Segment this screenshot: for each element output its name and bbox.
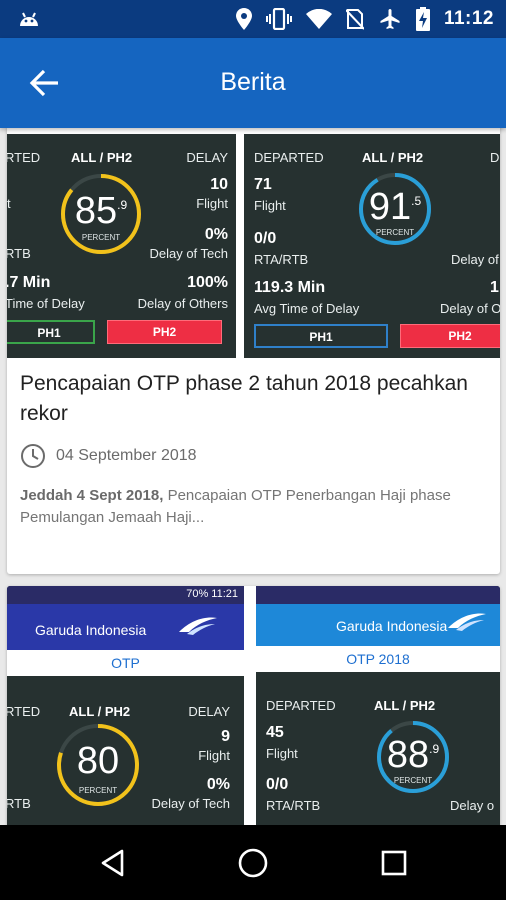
panel-title: ALL / PH2: [71, 150, 133, 165]
article-image-right: DEPARTED ALL / PH2 D 71 Flight 91.5 PERC…: [244, 134, 500, 358]
excerpt-dateline: Jeddah 4 Sept 2018,: [20, 487, 164, 504]
tech-value: 0%: [206, 776, 230, 793]
avg-label: Time of Delay: [7, 296, 85, 311]
gauge-unit: PERCENT: [393, 776, 433, 785]
garuda-logo-icon: [179, 617, 217, 635]
tech-label: Delay of Tech: [151, 796, 230, 811]
garuda-logo-icon: [448, 613, 486, 631]
delay-label: DELAY: [186, 150, 228, 165]
gauge-value: 80: [76, 740, 120, 782]
back-triangle-icon[interactable]: [98, 847, 130, 879]
tech-label: Delay o: [450, 798, 495, 813]
avg-value: 119.3 Min: [254, 279, 326, 296]
flight-label: Flight: [196, 196, 228, 211]
others-label: Delay of O: [440, 301, 500, 316]
otp-gauge: 85.9 PERCENT: [57, 170, 145, 258]
ph1-button: PH1: [7, 320, 95, 344]
gauge-value: 88: [386, 734, 430, 776]
rta-value: 0/0: [266, 776, 289, 793]
news-date: 04 September 2018: [56, 447, 197, 464]
status-clock: 11:12: [443, 8, 494, 29]
gauge-unit: PERCENT: [78, 786, 118, 795]
rta-value: 0/0: [254, 230, 277, 247]
otp-gauge: 91.5 PERCENT: [356, 170, 434, 248]
android-icon: [20, 12, 38, 26]
flight-count: 10: [210, 176, 228, 193]
article-image-right: Garuda Indonesia OTP 2018 DEPARTED ALL /…: [256, 586, 500, 825]
delay-label: DELAY: [188, 704, 230, 719]
departed-label: DEPARTED: [254, 150, 324, 165]
gauge-unit: PERCENT: [375, 228, 415, 237]
news-list[interactable]: RTED ALL / PH2 DELAY 10 Flight t 85.9 PE…: [0, 128, 506, 825]
flight-label: Flight: [254, 198, 286, 213]
others-value: 100%: [187, 274, 228, 291]
flight-count: 9: [221, 728, 230, 745]
app-bar: Berita: [0, 38, 506, 128]
recents-square-icon[interactable]: [378, 847, 410, 879]
rta-label: RTB: [7, 796, 31, 811]
mini-status-text: 70% 11:21: [186, 588, 238, 600]
others-value: 1: [490, 279, 499, 296]
others-label: Delay of Others: [137, 296, 228, 311]
page-title: Berita: [220, 68, 286, 96]
ph1-button: PH1: [254, 324, 388, 348]
rta-label: RTA/RTB: [254, 252, 309, 267]
mini-status-bar: 70% 11:21: [7, 586, 244, 604]
rta-label: RTB: [7, 246, 31, 261]
departed-label: DEPARTED: [266, 698, 336, 713]
garuda-header: Garuda Indonesia: [7, 604, 244, 650]
gauge-value: 91: [368, 186, 412, 228]
navigation-bar: [0, 825, 506, 900]
gauge-decimal: .9: [429, 742, 440, 756]
news-card[interactable]: RTED ALL / PH2 DELAY 10 Flight t 85.9 PE…: [7, 128, 500, 574]
home-circle-icon[interactable]: [237, 847, 269, 879]
tech-label: Delay of: [451, 252, 499, 267]
flight-label: Flight: [198, 748, 230, 763]
avg-value: .7 Min: [7, 274, 51, 291]
ph2-button: PH2: [107, 320, 222, 344]
flight-count: 71: [254, 176, 272, 193]
ph2-button: PH2: [400, 324, 500, 348]
tech-label: Delay of Tech: [149, 246, 228, 261]
article-image-left: RTED ALL / PH2 DELAY 10 Flight t 85.9 PE…: [7, 134, 236, 358]
panel-title: ALL / PH2: [362, 150, 424, 165]
gauge-decimal: .5: [411, 194, 422, 208]
news-excerpt: Jeddah 4 Sept 2018, Pencapaian OTP Pener…: [20, 485, 490, 529]
news-date-row: 04 September 2018: [20, 442, 197, 470]
gauge-unit: PERCENT: [81, 233, 121, 242]
delay-label: D: [490, 150, 500, 165]
gauge-decimal: .9: [117, 198, 128, 212]
location-icon: [235, 8, 252, 30]
left-small: t: [7, 196, 11, 211]
battery-charging-icon: [415, 7, 430, 31]
wifi-icon: [305, 9, 332, 29]
departed-label: RTED: [7, 704, 41, 719]
garuda-header: Garuda Indonesia: [256, 604, 500, 646]
vibrate-icon: [265, 8, 292, 30]
departed-label: RTED: [7, 150, 41, 165]
mini-status-bar: [256, 586, 500, 604]
article-image-left: 70% 11:21 Garuda Indonesia OTP RTED ALL …: [7, 586, 244, 825]
no-sim-icon: [345, 9, 364, 30]
gauge-value: 85: [74, 190, 118, 232]
brand-name: Garuda Indonesia: [35, 622, 147, 638]
status-bar: 11:12: [0, 0, 506, 38]
rta-label: RTA/RTB: [266, 798, 321, 813]
tech-value: 0%: [204, 226, 228, 243]
avg-label: Avg Time of Delay: [254, 301, 360, 316]
panel-title: ALL / PH2: [69, 704, 131, 719]
panel-title: ALL / PH2: [374, 698, 436, 713]
otp-title: OTP: [7, 650, 244, 676]
clock-icon: [21, 444, 45, 468]
airplane-icon: [380, 9, 400, 29]
brand-name: Garuda Indonesia: [336, 618, 448, 634]
flight-count: 45: [266, 724, 284, 741]
flight-label: Flight: [266, 746, 298, 761]
otp-gauge: 80 PERCENT: [53, 720, 143, 810]
news-card[interactable]: 70% 11:21 Garuda Indonesia OTP RTED ALL …: [7, 586, 500, 825]
news-headline[interactable]: Pencapaian OTP phase 2 tahun 2018 pecahk…: [20, 369, 480, 429]
otp-gauge: 88.9 PERCENT: [374, 718, 452, 796]
otp-title: OTP 2018: [256, 646, 500, 672]
